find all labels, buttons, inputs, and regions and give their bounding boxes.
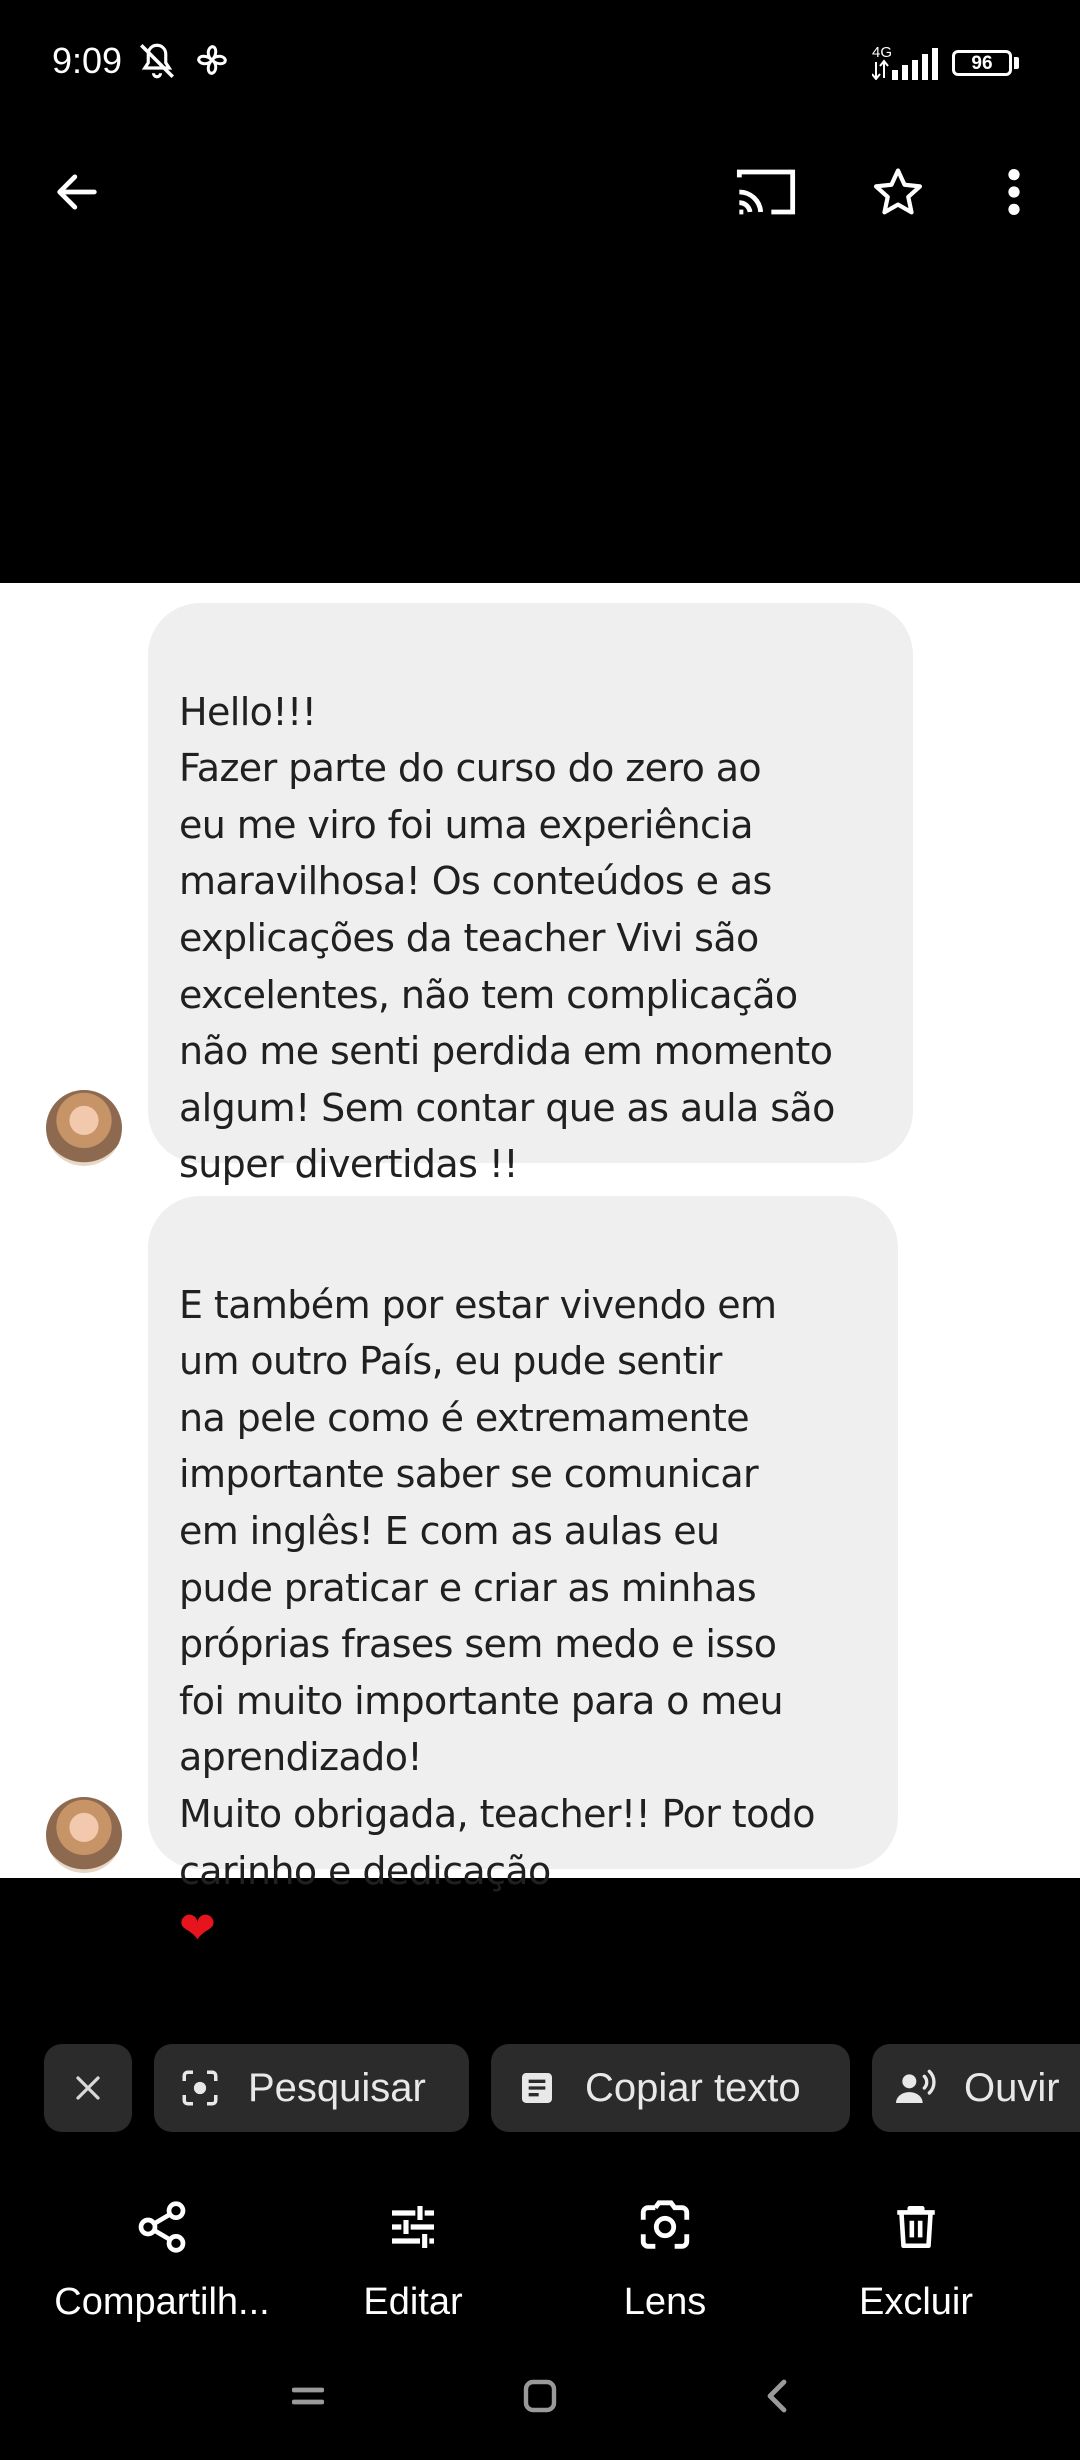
lens-label: Lens — [623, 2281, 707, 2323]
edit-label: Editar — [363, 2281, 463, 2323]
avatar — [46, 1797, 122, 1873]
delete-action[interactable]: Excluir — [846, 2195, 986, 2324]
cast-button[interactable] — [734, 160, 798, 224]
message-bubble: E também por estar vivendo em um outro P… — [148, 1196, 898, 1954]
edit-action[interactable]: Editar — [340, 2195, 486, 2324]
cast-icon — [736, 169, 796, 215]
search-chip[interactable]: Pesquisar — [154, 2044, 469, 2132]
lens-action[interactable]: Lens — [590, 2195, 740, 2324]
home-nav-icon[interactable] — [522, 2375, 558, 2417]
heart-emoji: ❤ — [179, 1903, 216, 1955]
listen-chip[interactable]: Ouvir — [872, 2044, 1080, 2132]
battery-icon: 96 — [952, 50, 1012, 76]
message-bubble: Hello!!! Fazer parte do curso do zero ao… — [148, 603, 913, 1186]
avatar — [46, 1090, 122, 1166]
battery-nub — [1014, 57, 1019, 69]
message-text: Hello!!! Fazer parte do curso do zero ao… — [179, 689, 835, 1187]
more-options-button[interactable] — [982, 160, 1046, 224]
share-label: Compartilh... — [54, 2281, 270, 2323]
status-time: 9:09 — [52, 40, 123, 81]
back-arrow-icon — [57, 174, 97, 210]
tune-sliders-icon — [392, 2206, 434, 2248]
lens-search-icon — [178, 2066, 222, 2110]
delete-label: Excluir — [858, 2281, 974, 2323]
share-action[interactable]: Compartilh... — [44, 2195, 280, 2324]
listen-chip-label: Ouvir — [964, 2065, 1060, 2110]
star-icon — [873, 168, 923, 215]
text-document-icon — [515, 2066, 559, 2110]
fan-icon — [197, 45, 227, 75]
search-chip-label: Pesquisar — [248, 2065, 426, 2110]
mute-bell-icon — [140, 43, 174, 79]
close-chip[interactable] — [44, 2044, 132, 2132]
favorite-button[interactable] — [866, 160, 930, 224]
recents-nav-icon[interactable] — [292, 2375, 324, 2417]
copy-text-chip-label: Copiar texto — [585, 2065, 801, 2110]
photo-image[interactable]: Hello!!! Fazer parte do curso do zero ao… — [0, 583, 1080, 1954]
back-nav-icon[interactable] — [764, 2375, 792, 2417]
trash-icon — [897, 2205, 935, 2249]
back-button[interactable] — [45, 160, 109, 224]
lens-icon — [640, 2200, 690, 2249]
copy-text-chip[interactable]: Copiar texto — [491, 2044, 850, 2132]
speaker-person-icon — [894, 2066, 938, 2110]
close-icon — [76, 2076, 100, 2100]
signal-icon — [872, 48, 938, 80]
message-text: E também por estar vivendo em um outro P… — [179, 1282, 816, 1893]
more-vert-icon — [1008, 169, 1020, 215]
share-icon — [138, 2201, 186, 2253]
